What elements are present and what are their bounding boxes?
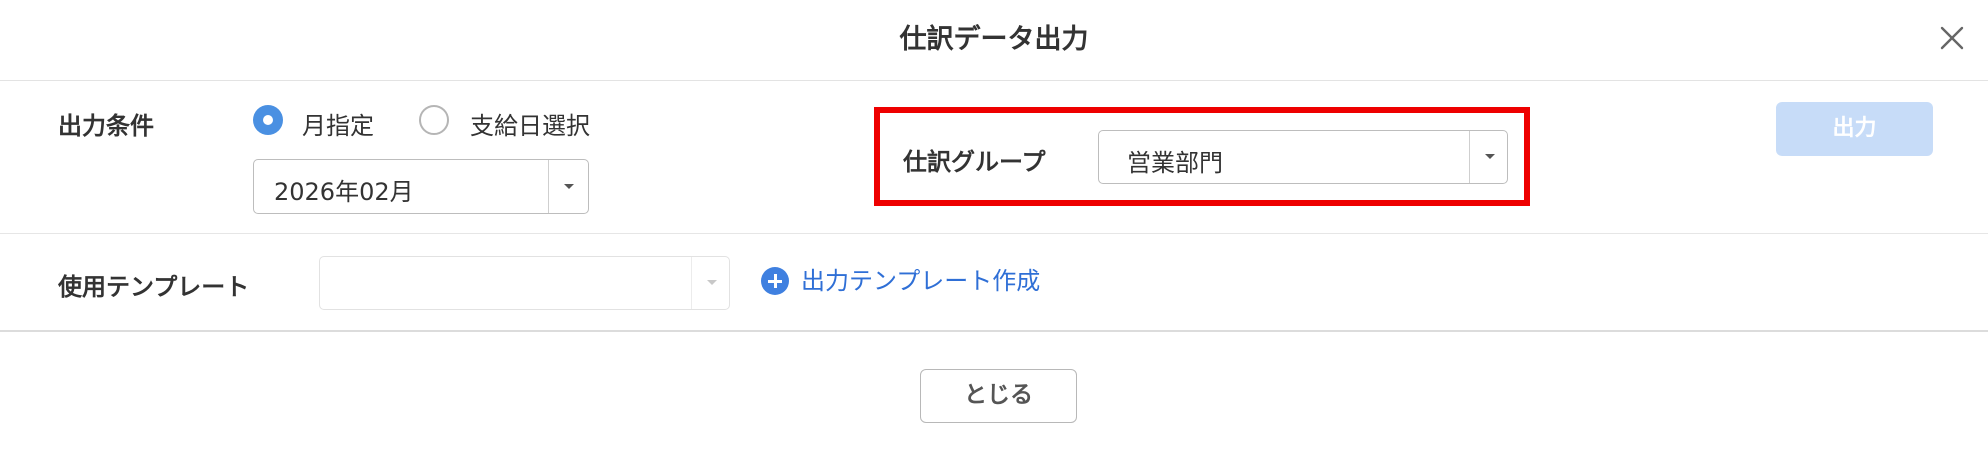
- close-icon[interactable]: [1932, 18, 1972, 58]
- section-divider: [0, 233, 1988, 234]
- month-select-value: 2026年02月: [274, 178, 414, 206]
- chevron-down-icon: [707, 280, 717, 285]
- close-button[interactable]: とじる: [920, 369, 1077, 423]
- month-select[interactable]: 2026年02月: [253, 159, 589, 214]
- output-conditions-label: 出力条件: [58, 112, 154, 140]
- radio-month[interactable]: [253, 105, 283, 135]
- template-label: 使用テンプレート: [58, 273, 250, 301]
- footer-divider: [0, 330, 1988, 332]
- select-divider: [691, 257, 692, 309]
- highlight-box: [874, 107, 1530, 206]
- radio-payday[interactable]: [419, 105, 449, 135]
- output-button[interactable]: 出力: [1776, 102, 1933, 156]
- plus-circle-icon[interactable]: [761, 267, 789, 295]
- dialog-title: 仕訳データ出力: [899, 24, 1089, 55]
- create-template-link[interactable]: 出力テンプレート作成: [801, 262, 1040, 300]
- chevron-down-icon: [564, 184, 574, 189]
- radio-payday-label[interactable]: 支給日選択: [470, 106, 590, 141]
- template-select[interactable]: [319, 256, 730, 310]
- select-divider: [548, 160, 549, 213]
- radio-month-label[interactable]: 月指定: [302, 106, 374, 141]
